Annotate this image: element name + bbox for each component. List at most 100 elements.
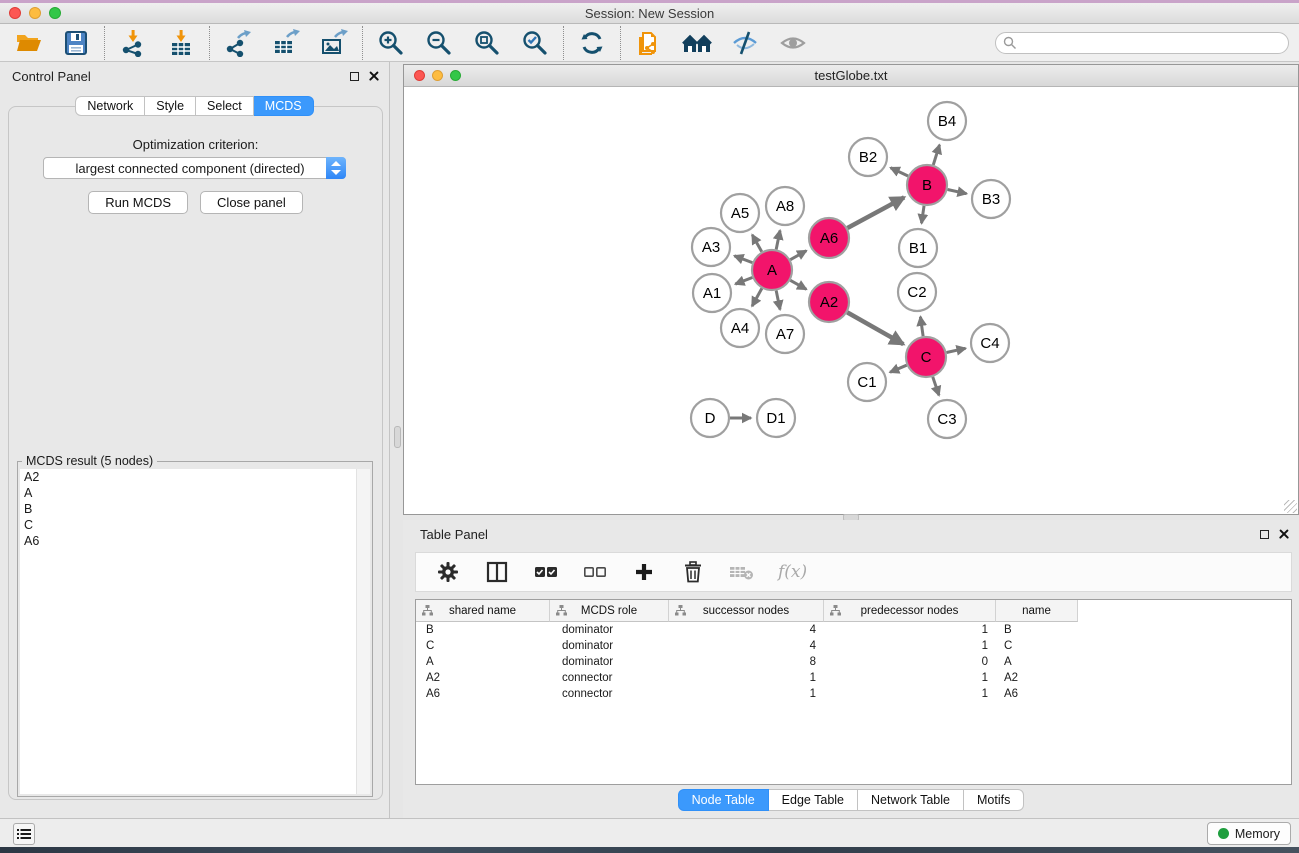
table-cell[interactable]: dominator — [550, 654, 669, 670]
mcds-result-item[interactable]: A6 — [20, 533, 370, 549]
table-cell[interactable]: B — [416, 622, 550, 638]
hide-selected-eye-slash-icon[interactable] — [730, 28, 760, 58]
graph-edge-B-B4[interactable] — [933, 145, 939, 165]
search-input[interactable] — [995, 32, 1289, 54]
destroy-table-icon[interactable] — [729, 559, 755, 585]
table-cell[interactable]: A — [416, 654, 550, 670]
import-network-icon[interactable] — [118, 28, 148, 58]
zoom-fit-icon[interactable] — [472, 28, 502, 58]
zoom-out-icon[interactable] — [424, 28, 454, 58]
vertical-divider-grip[interactable] — [394, 426, 401, 448]
add-icon[interactable] — [631, 559, 657, 585]
network-canvas[interactable]: AA1A2A3A4A5A6A7A8BB1B2B3B4CC1C2C3C4DD1 — [404, 88, 1298, 514]
node-table[interactable]: shared nameMCDS rolesuccessor nodesprede… — [415, 599, 1292, 785]
graph-edge-A6-B[interactable] — [847, 197, 904, 228]
tab-mcds[interactable]: MCDS — [254, 96, 314, 116]
table-tab-edge-table[interactable]: Edge Table — [769, 789, 858, 811]
graph-edge-A-A4[interactable] — [752, 288, 762, 306]
tab-network[interactable]: Network — [75, 96, 145, 116]
refresh-layout-icon[interactable] — [577, 28, 607, 58]
table-tab-motifs[interactable]: Motifs — [964, 789, 1024, 811]
show-hidden-eye-icon[interactable] — [778, 28, 808, 58]
window-resize-grip[interactable] — [1284, 500, 1297, 513]
table-tab-network-table[interactable]: Network Table — [858, 789, 964, 811]
table-tab-node-table[interactable]: Node Table — [678, 789, 769, 811]
export-image-icon[interactable] — [319, 28, 349, 58]
column-header-mcds-role[interactable]: MCDS role — [550, 600, 669, 622]
graph-edge-A-A7[interactable] — [776, 291, 780, 310]
graph-edge-B-B2[interactable] — [891, 168, 908, 176]
table-cell[interactable]: 1 — [824, 638, 996, 654]
graph-edge-A-A8[interactable] — [776, 230, 780, 249]
table-cell[interactable]: A — [996, 654, 1078, 670]
duplicate-network-icon[interactable] — [634, 28, 664, 58]
column-header-predecessor-nodes[interactable]: predecessor nodes — [824, 600, 996, 622]
table-cell[interactable]: 4 — [669, 638, 824, 654]
table-cell[interactable]: connector — [550, 670, 669, 686]
mcds-result-item[interactable]: A — [20, 485, 370, 501]
table-row[interactable]: A6connector11A6 — [416, 686, 1291, 702]
table-cell[interactable]: 1 — [824, 686, 996, 702]
graph-edge-A-A5[interactable] — [752, 235, 761, 252]
table-cell[interactable]: 8 — [669, 654, 824, 670]
memory-button[interactable]: Memory — [1207, 822, 1291, 845]
table-cell[interactable]: B — [996, 622, 1078, 638]
table-row[interactable]: Cdominator41C — [416, 638, 1291, 654]
graph-edge-C-C1[interactable] — [890, 365, 907, 372]
zoom-in-icon[interactable] — [376, 28, 406, 58]
unselect-all-icon[interactable] — [582, 559, 608, 585]
save-session-icon[interactable] — [61, 28, 91, 58]
graph-edge-B-B1[interactable] — [922, 206, 924, 223]
table-row[interactable]: Adominator80A — [416, 654, 1291, 670]
float-panel-icon[interactable] — [350, 72, 359, 81]
table-cell[interactable]: 1 — [824, 670, 996, 686]
table-cell[interactable]: 1 — [669, 686, 824, 702]
mcds-result-item[interactable]: C — [20, 517, 370, 533]
graph-edge-A-A6[interactable] — [790, 251, 806, 260]
table-row[interactable]: A2connector11A2 — [416, 670, 1291, 686]
zoom-selected-icon[interactable] — [520, 28, 550, 58]
columns-icon[interactable] — [484, 559, 510, 585]
task-history-button[interactable] — [13, 823, 35, 845]
open-session-icon[interactable] — [13, 28, 43, 58]
table-cell[interactable]: 1 — [824, 622, 996, 638]
export-table-icon[interactable] — [271, 28, 301, 58]
import-table-icon[interactable] — [166, 28, 196, 58]
table-cell[interactable]: A6 — [996, 686, 1078, 702]
column-header-name[interactable]: name — [996, 600, 1078, 622]
graph-edge-A-A1[interactable] — [735, 278, 752, 285]
column-header-successor-nodes[interactable]: successor nodes — [669, 600, 824, 622]
mcds-result-list[interactable]: A2ABCA6 — [20, 469, 370, 794]
column-header-shared-name[interactable]: shared name — [416, 600, 550, 622]
mcds-result-item[interactable]: A2 — [20, 469, 370, 485]
table-cell[interactable]: dominator — [550, 638, 669, 654]
table-cell[interactable]: A2 — [416, 670, 550, 686]
table-row[interactable]: Bdominator41B — [416, 622, 1291, 638]
mcds-result-item[interactable]: B — [20, 501, 370, 517]
table-cell[interactable]: 1 — [669, 670, 824, 686]
optimization-dropdown[interactable]: largest connected component (directed) — [43, 157, 346, 179]
graph-edge-A-A2[interactable] — [790, 280, 806, 289]
table-cell[interactable]: 0 — [824, 654, 996, 670]
table-cell[interactable]: C — [996, 638, 1078, 654]
table-cell[interactable]: 4 — [669, 622, 824, 638]
gear-icon[interactable] — [435, 559, 461, 585]
graph-edge-B-B3[interactable] — [948, 189, 967, 193]
float-table-panel-icon[interactable] — [1260, 530, 1269, 539]
graph-edge-A-A3[interactable] — [734, 256, 752, 263]
select-all-icon[interactable] — [533, 559, 559, 585]
mcds-list-scrollbar[interactable] — [356, 469, 370, 794]
houses-icon[interactable] — [682, 28, 712, 58]
close-panel-button[interactable]: Close panel — [200, 191, 303, 214]
delete-icon[interactable] — [680, 559, 706, 585]
table-cell[interactable]: dominator — [550, 622, 669, 638]
tab-style[interactable]: Style — [145, 96, 196, 116]
run-mcds-button[interactable]: Run MCDS — [88, 191, 188, 214]
table-cell[interactable]: A6 — [416, 686, 550, 702]
table-cell[interactable]: connector — [550, 686, 669, 702]
tab-select[interactable]: Select — [196, 96, 254, 116]
graph-edge-C-C3[interactable] — [933, 377, 939, 395]
table-cell[interactable]: A2 — [996, 670, 1078, 686]
close-table-panel-icon[interactable] — [1279, 529, 1289, 539]
graph-edge-C-C2[interactable] — [920, 317, 923, 336]
